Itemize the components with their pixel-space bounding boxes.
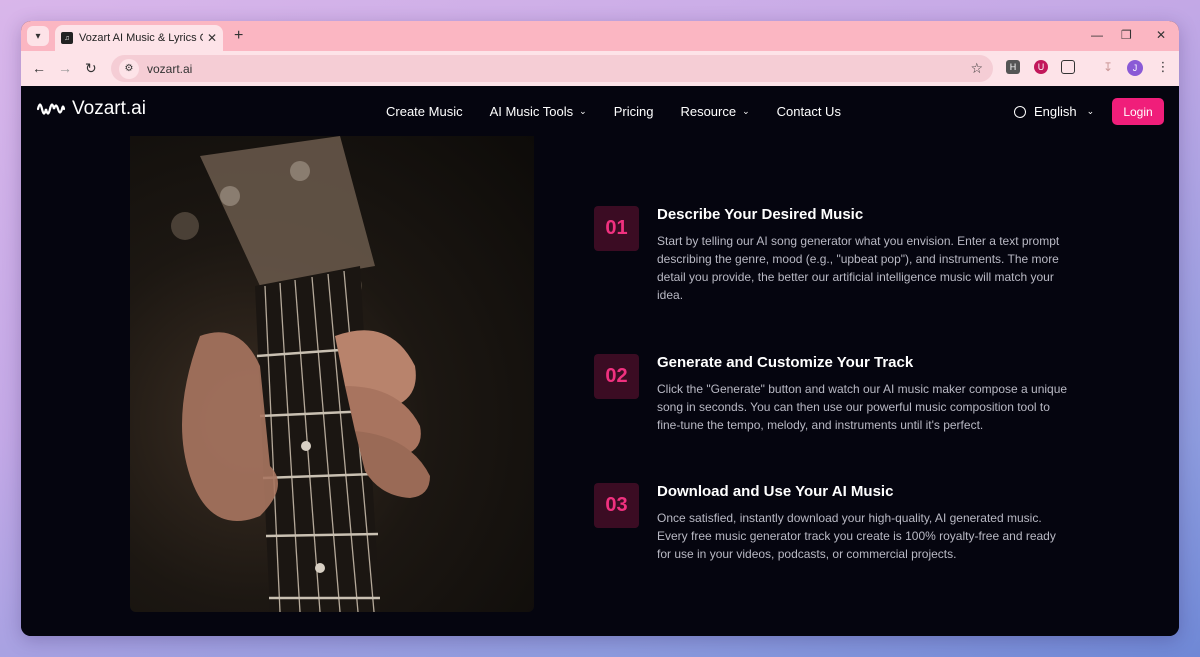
menu-kebab-icon[interactable]: ⋮ <box>1156 59 1170 74</box>
tab-strip: ▾ ♫ Vozart AI Music & Lyrics Genera ✕ + … <box>21 21 1179 51</box>
nav-create-music[interactable]: Create Music <box>386 104 463 119</box>
close-tab-icon[interactable]: ✕ <box>207 31 217 45</box>
tab-title: Vozart AI Music & Lyrics Genera <box>79 32 203 44</box>
language-selector[interactable]: English ⌄ <box>1014 104 1094 119</box>
step-description: Once satisfied, instantly download your … <box>657 511 1056 561</box>
restore-icon[interactable]: ❐ <box>1121 28 1132 42</box>
nav-label: AI Music Tools <box>489 104 574 119</box>
page-content: Vozart.ai Create Music AI Music Tools ⌄ P… <box>21 86 1179 636</box>
profile-avatar[interactable]: J <box>1127 60 1143 76</box>
step-number-badge: 01 <box>594 206 639 251</box>
new-tab-icon[interactable]: + <box>234 27 243 45</box>
chevron-down-icon: ⌄ <box>742 106 750 116</box>
forward-icon[interactable]: → <box>58 60 72 76</box>
bookmark-star-icon[interactable]: ☆ <box>970 60 983 77</box>
nav-label: Create Music <box>386 104 463 119</box>
brand-logo[interactable]: Vozart.ai <box>36 98 146 120</box>
download-icon[interactable]: ↧ <box>1101 60 1115 74</box>
extension-h-icon[interactable]: H <box>1006 60 1020 74</box>
step-title: Download and Use Your AI Music <box>657 483 894 500</box>
extension-shield-icon[interactable]: U <box>1034 60 1048 74</box>
nav-resource[interactable]: Resource ⌄ <box>680 104 749 119</box>
step-title: Generate and Customize Your Track <box>657 354 914 371</box>
close-window-icon[interactable]: ✕ <box>1156 28 1166 42</box>
language-label: English <box>1034 104 1077 119</box>
minimize-icon[interactable]: — <box>1091 28 1103 42</box>
globe-icon <box>1014 105 1026 118</box>
address-bar[interactable]: ⚙ vozart.ai ☆ <box>111 55 993 82</box>
step-description: Start by telling our AI song generator w… <box>657 234 1060 302</box>
step-description: Click the "Generate" button and watch ou… <box>657 382 1068 432</box>
nav-label: Pricing <box>613 104 654 119</box>
guitar-photo <box>130 136 534 612</box>
reload-icon[interactable]: ↻ <box>85 60 97 77</box>
brand-name: Vozart.ai <box>72 98 146 119</box>
nav-ai-music-tools[interactable]: AI Music Tools ⌄ <box>490 104 587 119</box>
nav-pricing[interactable]: Pricing <box>614 104 654 119</box>
url-text: vozart.ai <box>147 61 193 76</box>
site-favicon-icon: ♫ <box>61 32 73 44</box>
site-info-icon[interactable]: ⚙ <box>119 58 139 79</box>
site-header: Vozart.ai Create Music AI Music Tools ⌄ P… <box>21 86 1179 136</box>
active-tab[interactable]: ♫ Vozart AI Music & Lyrics Genera ✕ <box>55 25 223 51</box>
login-button[interactable]: Login <box>1112 98 1164 125</box>
chevron-down-icon: ⌄ <box>579 106 587 116</box>
waveform-logo-icon <box>36 103 66 115</box>
browser-window: ▾ ♫ Vozart AI Music & Lyrics Genera ✕ + … <box>21 21 1179 636</box>
chevron-down-icon: ⌄ <box>1086 106 1095 116</box>
nav-label: Contact Us <box>776 104 841 119</box>
back-icon[interactable]: ← <box>32 60 46 76</box>
tab-search-button[interactable]: ▾ <box>27 26 49 46</box>
nav-label: Resource <box>680 104 737 119</box>
main-nav: Create Music AI Music Tools ⌄ Pricing Res… <box>386 104 868 119</box>
browser-toolbar: ← → ↻ ⚙ vozart.ai ☆ H U ↧ J ⋮ <box>21 51 1179 86</box>
step-number-badge: 03 <box>594 483 639 528</box>
nav-contact-us[interactable]: Contact Us <box>777 104 841 119</box>
guitar-neck-image <box>171 136 430 612</box>
extensions-puzzle-icon[interactable] <box>1061 60 1075 74</box>
step-number-badge: 02 <box>594 354 639 399</box>
step-title: Describe Your Desired Music <box>657 206 864 223</box>
